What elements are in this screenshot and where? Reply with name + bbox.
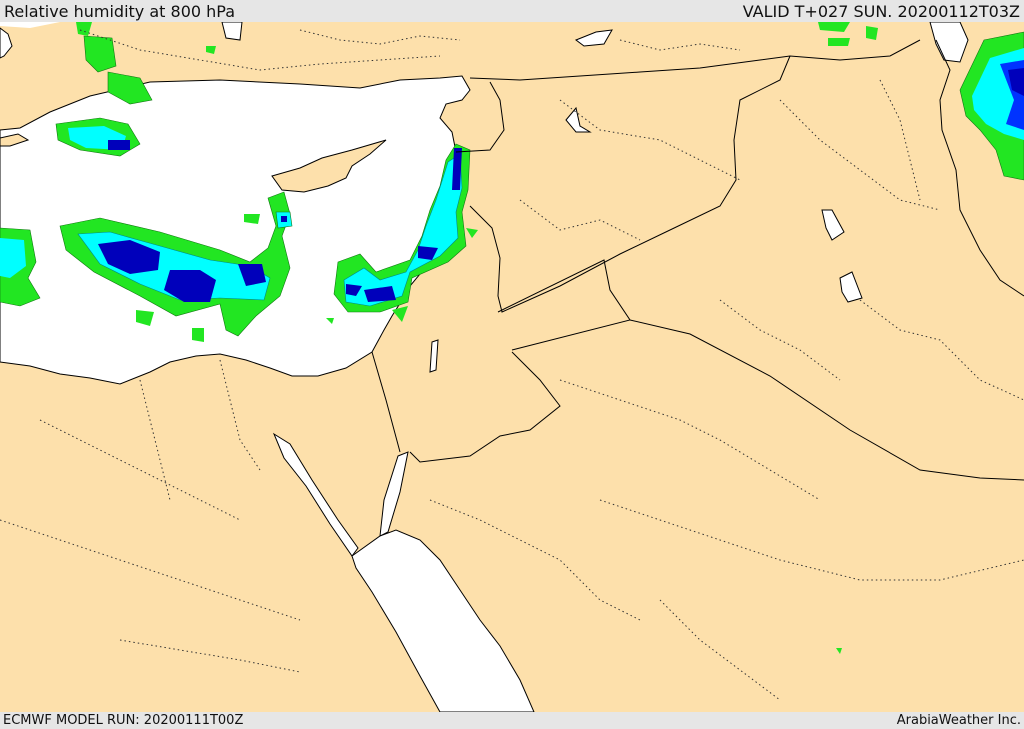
- brand-label: ArabiaWeather Inc.: [896, 713, 1021, 728]
- map-title: Relative humidity at 800 hPa: [4, 2, 236, 21]
- rh-top-right-cyan: [828, 38, 850, 46]
- map-figure: Relative humidity at 800 hPa VALID T+027…: [0, 0, 1024, 729]
- header-bar: Relative humidity at 800 hPa VALID T+027…: [0, 0, 1024, 22]
- rh-crete-blue: [108, 140, 130, 150]
- rh-small-blue-10: [281, 216, 287, 222]
- humidity-map: [0, 22, 1024, 712]
- valid-time: VALID T+027 SUN. 20200112T03Z: [742, 2, 1020, 21]
- rh-top-right-green-2: [866, 26, 878, 40]
- footer-bar: ECMWF MODEL RUN: 20200111T00Z ArabiaWeat…: [0, 712, 1024, 729]
- rh-small-green-5: [192, 328, 204, 342]
- model-run: ECMWF MODEL RUN: 20200111T00Z: [3, 713, 244, 728]
